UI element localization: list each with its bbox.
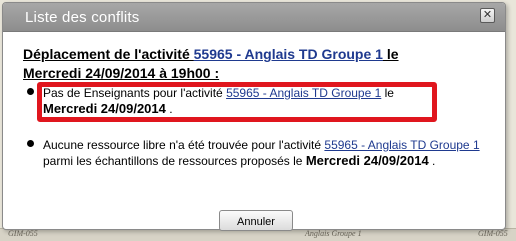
highlight-frame	[37, 82, 437, 122]
dialog-title: Liste des conflits	[25, 9, 140, 26]
headline-prefix: Déplacement de l'activité	[23, 46, 194, 62]
headline-date: Mercredi 24/09/2014 à 19h00 :	[23, 65, 220, 81]
list-item: Aucune ressource libre n'a été trouvée p…	[23, 137, 493, 169]
dialog-content: Déplacement de l'activité 55965 - Anglai…	[23, 45, 493, 168]
item-end: .	[428, 154, 436, 168]
item-text-before: Aucune ressource libre n'a été trouvée p…	[43, 138, 325, 152]
cancel-button[interactable]: Annuler	[219, 210, 293, 231]
background-text-left: GIM-055	[8, 229, 38, 238]
bullet-icon	[27, 140, 34, 147]
close-icon[interactable]: ✕	[480, 8, 495, 23]
item-text-after: parmi les échantillons de ressources pro…	[43, 154, 306, 168]
headline-suffix: le	[382, 46, 399, 62]
headline-activity-link[interactable]: 55965 - Anglais TD Groupe 1	[194, 46, 383, 62]
dialog-titlebar[interactable]: Liste des conflits ✕	[3, 3, 505, 32]
background-text-right: GIM-055	[478, 229, 508, 238]
bullet-icon	[27, 88, 34, 95]
item-activity-link[interactable]: 55965 - Anglais TD Groupe 1	[324, 138, 479, 152]
conflict-headline: Déplacement de l'activité 55965 - Anglai…	[23, 45, 493, 83]
background-text-mid: Anglais Groupe 1	[305, 229, 362, 238]
conflicts-dialog: Liste des conflits ✕ Déplacement de l'ac…	[2, 2, 506, 231]
item-date: Mercredi 24/09/2014	[305, 153, 429, 168]
